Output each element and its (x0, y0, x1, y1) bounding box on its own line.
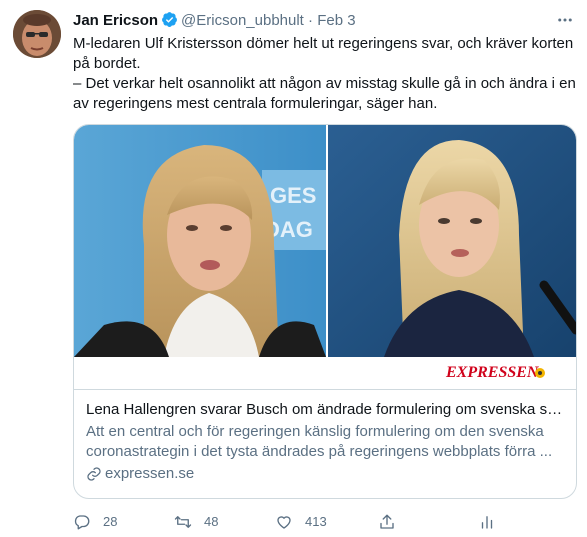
card-title: Lena Hallengren svarar Busch om ändrade … (86, 401, 564, 418)
verified-badge-icon (161, 11, 178, 34)
analytics-icon (481, 516, 493, 529)
expressen-watermark: EXPRESSEN (445, 364, 540, 381)
card-domain: expressen.se (86, 464, 564, 484)
share-button[interactable] (378, 510, 408, 534)
heart-icon (277, 516, 291, 529)
like-count: 413 (305, 514, 327, 529)
retweet-button[interactable]: 48 (174, 510, 218, 534)
avatar[interactable] (13, 10, 61, 58)
avatar-photo (13, 10, 61, 58)
tweet-date[interactable]: Feb 3 (317, 12, 355, 29)
tweet-header: Jan Ericson @Ericson_ubbhult · Feb 3 (73, 11, 356, 34)
link-card[interactable]: GES DAG EXPRESSEN Lena Hallengren svarar… (73, 124, 577, 499)
link-icon (87, 467, 101, 481)
action-bar: 28 48 413 (73, 510, 578, 534)
tweet: Jan Ericson @Ericson_ubbhult · Feb 3 M-le… (0, 0, 587, 537)
author-handle[interactable]: @Ericson_ubbhult (181, 12, 304, 29)
analytics-button[interactable] (478, 510, 508, 534)
backdrop-text-1: GES (270, 183, 316, 208)
header-separator: · (308, 12, 314, 29)
reply-button[interactable]: 28 (73, 510, 117, 534)
retweet-icon (174, 516, 192, 528)
card-domain-text: expressen.se (105, 465, 195, 482)
reply-icon (74, 515, 90, 530)
like-button[interactable]: 413 (275, 510, 327, 534)
card-photo: GES DAG EXPRESSEN (74, 125, 576, 389)
author-name[interactable]: Jan Ericson (73, 12, 158, 29)
share-icon (380, 514, 394, 529)
retweet-count: 48 (204, 514, 219, 529)
card-description: Att en central och för regeringen känsli… (86, 423, 553, 460)
card-body: Lena Hallengren svarar Busch om ändrade … (74, 389, 576, 498)
more-options-icon[interactable] (555, 11, 575, 31)
card-image: GES DAG EXPRESSEN (74, 125, 576, 389)
tweet-text: M-ledaren Ulf Kristersson dömer helt ut … (73, 35, 576, 112)
reply-count: 28 (103, 514, 118, 529)
